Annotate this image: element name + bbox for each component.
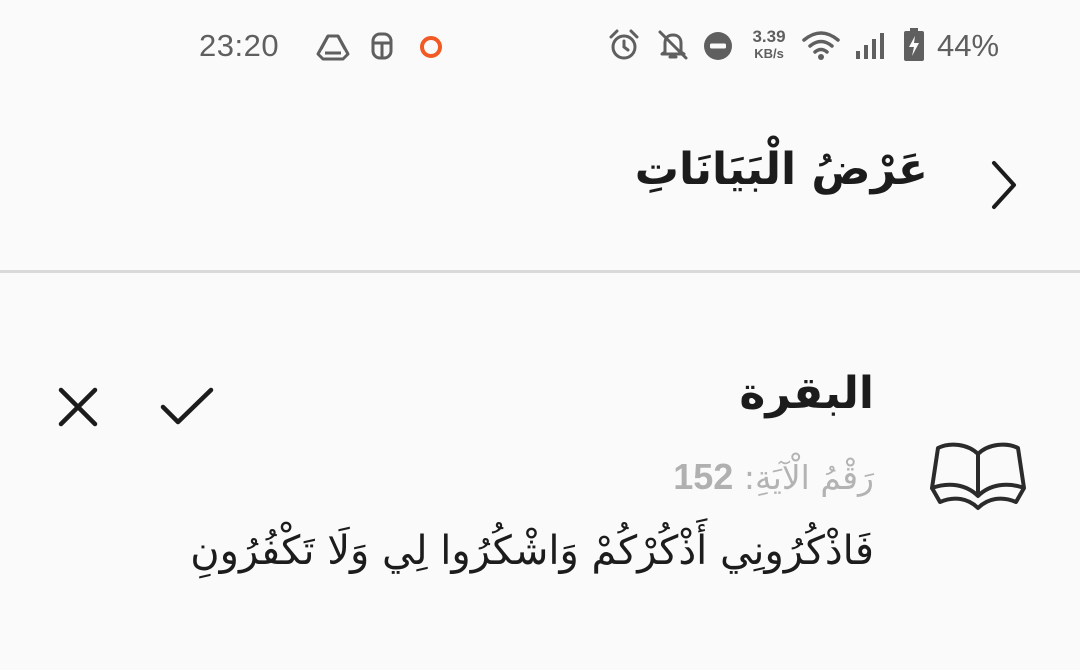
wifi-icon <box>802 31 840 60</box>
notifications-off-icon <box>658 30 688 60</box>
status-time: 23:20 <box>199 28 280 63</box>
battery-percent: 44% <box>937 28 1000 63</box>
drive-icon <box>316 34 350 61</box>
surah-name: البقرة <box>739 368 874 419</box>
network-speed-unit: KB/s <box>754 46 784 61</box>
record-dot-icon <box>420 36 442 58</box>
confirm-button[interactable] <box>156 381 218 433</box>
bug-icon <box>371 32 393 60</box>
signal-icon <box>856 33 884 59</box>
chevron-right-icon <box>992 161 1016 209</box>
confirm-icon <box>160 387 214 425</box>
battery-charging-icon <box>904 28 924 61</box>
ayah-list-item: البقرة رَقْمُ الْآيَةِ: 152 فَاذْكُرُونِ… <box>0 273 1080 670</box>
network-speed-value: 3.39 <box>752 27 786 46</box>
back-button[interactable] <box>975 154 1031 216</box>
network-speed: 3.39 KB/s <box>748 28 790 60</box>
status-bar: 23:20 3.39 KB/s 44% <box>0 0 1080 92</box>
page-title: عَرْضُ الْبَيَانَاتِ <box>634 144 928 195</box>
close-button[interactable] <box>52 381 104 433</box>
ayah-number: 152 <box>673 456 734 497</box>
ayah-label-text: رَقْمُ الْآيَةِ: <box>743 458 874 497</box>
alarm-icon <box>609 29 639 60</box>
app-bar: عَرْضُ الْبَيَانَاتِ <box>0 92 1080 270</box>
do-not-disturb-icon <box>704 32 732 60</box>
close-icon <box>58 387 98 427</box>
quran-book-icon <box>930 442 1026 510</box>
ayah-text: فَاذْكُرُونِي أَذْكُرْكُمْ وَاشْكُرُوا ل… <box>190 528 874 574</box>
screen: 23:20 3.39 KB/s 44% عَرْضُ الْبَيَانَاتِ… <box>0 0 1080 670</box>
ayah-number-label: رَقْمُ الْآيَةِ: 152 <box>673 456 874 498</box>
